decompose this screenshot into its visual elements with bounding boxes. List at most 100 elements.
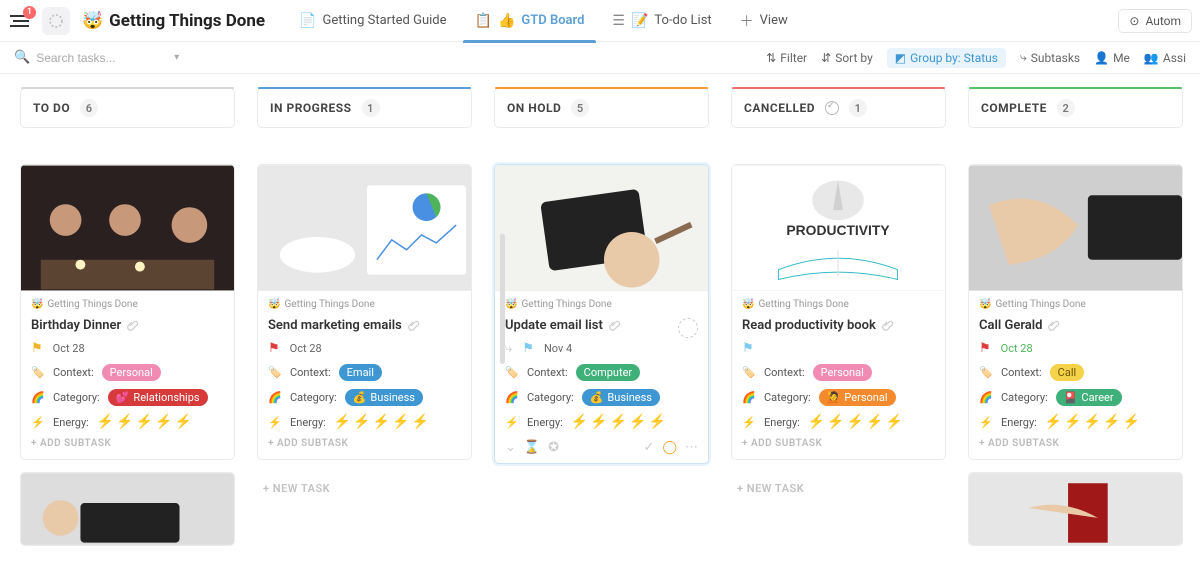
tag-context[interactable]: Computer [576,364,640,381]
column-complete: COMPLETE 2 🤯Getting Things Done Call Ger… [968,88,1183,551]
robot-icon: ⊙ [1129,14,1139,28]
energy-rating: ⚡⚡⚡⚡⚡ [808,414,903,430]
card-image: PRODUCTIVITY [732,165,945,291]
menu-button[interactable]: 1 [8,8,34,34]
tag-category[interactable]: 💰 Business [345,389,423,406]
column-count: 5 [571,99,589,117]
energy-icon: ⚡ [31,416,45,429]
card-footer-actions: ⌄ ⌛ ✪ ✓ ◯ ⋯ [495,440,708,463]
notification-badge: 1 [23,6,36,19]
group-icon: ◩ [895,51,906,65]
scrollbar[interactable] [500,234,505,364]
column-count: 1 [849,99,867,117]
context-icon: 🏷️ [505,366,519,379]
chevron-down-icon[interactable]: ▾ [174,52,179,63]
column-header[interactable]: TO DO 6 [20,88,235,128]
search-box[interactable]: 🔍 ▾ [14,50,179,65]
filter-button[interactable]: ⇅ Filter [766,51,807,65]
time-icon[interactable]: ⌛ [524,440,540,455]
add-subtask-button[interactable]: + ADD SUBTASK [979,438,1172,449]
tab-add-view[interactable]: ＋ View [728,0,800,42]
due-date: Oct 28 [290,342,322,355]
task-card[interactable]: 🤯Getting Things Done Send marketing emai… [257,164,472,460]
add-subtask-button[interactable]: + ADD SUBTASK [742,438,935,449]
column-to-do: TO DO 6 🤯Getting Things Done Birthday Di… [20,88,235,551]
flag-icon[interactable]: ⚑ [979,341,991,356]
context-icon: 🏷️ [979,366,993,379]
context-icon: 🏷️ [31,366,45,379]
tag-context[interactable]: Email [339,364,382,381]
people-icon: 👥 [1144,51,1159,65]
tab-getting-started[interactable]: 📄 Getting Started Guide [287,0,458,42]
task-card[interactable]: PRODUCTIVITY 🤯Getting Things Done Read p… [731,164,946,460]
card-image [969,473,1182,545]
column-header[interactable]: ON HOLD 5 [494,88,709,128]
category-icon: 🌈 [505,391,519,404]
group-by-button[interactable]: ◩ Group by: Status [887,48,1006,68]
column-header[interactable]: COMPLETE 2 [968,88,1183,128]
tag-category[interactable]: 🙋 Personal [819,389,896,406]
tag-category[interactable]: 💰 Business [582,389,660,406]
column-header[interactable]: CANCELLED 1 [731,88,946,128]
card-title: Read productivity book [742,318,935,333]
flag-icon[interactable]: ⚑ [31,341,43,356]
automations-button[interactable]: ⊙ Autom [1118,9,1192,33]
sort-button[interactable]: ⇵ Sort by [821,51,873,65]
flag-icon[interactable]: ⚑ [268,341,280,356]
attachment-icon [408,320,420,332]
search-input[interactable] [36,51,166,65]
flag-icon[interactable]: ⚑ [742,341,754,356]
tag-context[interactable]: Personal [102,364,161,381]
energy-rating: ⚡⚡⚡⚡⚡ [334,414,429,430]
tag-context[interactable]: Personal [813,364,872,381]
column-count: 2 [1057,99,1075,117]
task-card[interactable] [968,472,1183,546]
more-icon[interactable]: ⋯ [685,440,698,455]
energy-icon: ⚡ [268,416,282,429]
tag-category[interactable]: 🎴 Career [1056,389,1122,406]
doc-icon: 📄 [299,13,316,29]
attachment-icon [609,320,621,332]
tag-icon[interactable]: ⌄ [505,440,516,455]
new-task-button[interactable]: + NEW TASK [257,472,472,505]
tag-context[interactable]: Call [1050,364,1085,381]
add-subtask-button[interactable]: + ADD SUBTASK [268,438,461,449]
tab-todo-list[interactable]: ☰ 📝 To-do List [600,0,723,42]
card-title: Send marketing emails [268,318,461,333]
person-icon: 👤 [1094,51,1109,65]
page-title: 🤯 Getting Things Done [82,11,265,31]
svg-text:PRODUCTIVITY: PRODUCTIVITY [786,222,890,238]
assignees-button[interactable]: 👥 Assi [1144,51,1186,65]
pin-icon: 👍 [498,13,515,29]
task-card[interactable] [20,472,235,546]
card-image [21,473,234,545]
attachment-icon [127,320,139,332]
new-task-button[interactable]: + NEW TASK [731,472,946,505]
column-header[interactable]: IN PROGRESS 1 [257,88,472,128]
tag-category[interactable]: 💕 Relationships [108,389,208,406]
me-filter-button[interactable]: 👤 Me [1094,51,1130,65]
sprint-icon[interactable]: ✪ [548,440,559,455]
task-card[interactable]: 🤯Getting Things Done Update email list ⤷… [494,164,709,464]
due-date: Nov 4 [544,342,572,355]
energy-icon: ⚡ [979,416,993,429]
status-indicator-icon[interactable]: ◯ [662,440,677,455]
card-image [969,165,1182,291]
task-card[interactable]: 🤯Getting Things Done Birthday Dinner ⚑ O… [20,164,235,460]
page-emoji: 🤯 [82,11,103,31]
search-icon: 🔍 [14,50,30,65]
subtasks-button[interactable]: ⤷ Subtasks [1020,50,1080,65]
card-image [495,165,708,291]
add-subtask-button[interactable]: + ADD SUBTASK [31,438,224,449]
attachment-icon [1048,320,1060,332]
add-assignee-icon[interactable] [678,318,698,338]
tab-gtd-board[interactable]: 📋 👍 GTD Board [463,0,597,42]
card-breadcrumb: 🤯Getting Things Done [979,299,1172,310]
plus-icon: ＋ [740,11,754,31]
workspace-icon[interactable] [42,7,70,35]
task-card[interactable]: 🤯Getting Things Done Call Gerald ⚑ Oct 2… [968,164,1183,460]
card-breadcrumb: 🤯Getting Things Done [268,299,461,310]
energy-rating: ⚡⚡⚡⚡⚡ [571,414,666,430]
close-check-icon[interactable]: ✓ [644,440,655,455]
flag-icon[interactable]: ⚑ [522,341,534,356]
